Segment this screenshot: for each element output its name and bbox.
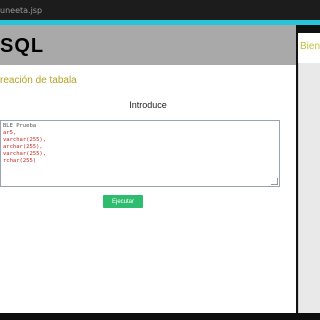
sql-textarea[interactable]: BLE Prueba ar5, varchar(255), archar(255… <box>0 120 280 187</box>
side-panel <box>298 63 320 313</box>
editor-line: varchar(255), <box>3 151 47 157</box>
editor-label: Introduce <box>129 100 167 110</box>
resize-handle-icon[interactable] <box>271 178 278 185</box>
welcome-text: Bienve <box>300 41 320 52</box>
editor-line: rchar(255) <box>3 158 37 164</box>
app-window: SQL reación de tabala Introduce BLE Prue… <box>0 25 296 313</box>
editor-line: varchar(255), <box>3 137 47 143</box>
execute-button[interactable]: Ejecutar <box>103 195 143 208</box>
editor-line: archar(255), <box>3 144 43 150</box>
editor-line: BLE Prueba <box>3 123 37 129</box>
editor-line: ar5, <box>3 130 17 136</box>
app-logo: SQL <box>0 35 45 57</box>
bottom-bar <box>0 313 320 320</box>
url-text: uneeta.jsp <box>0 5 43 15</box>
app-header: SQL <box>0 25 296 65</box>
welcome-header: Bienve <box>298 33 320 63</box>
address-bar[interactable]: uneeta.jsp <box>0 0 320 20</box>
page-title: reación de tabala <box>0 75 77 86</box>
